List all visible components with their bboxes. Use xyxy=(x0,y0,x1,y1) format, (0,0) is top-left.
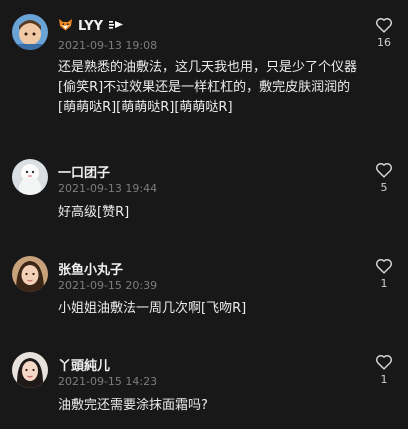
woman-avatar-icon[interactable] xyxy=(12,352,48,388)
comment-date: 2021-09-13 19:08 xyxy=(58,39,158,52)
heart-icon xyxy=(375,163,393,178)
comment-text[interactable]: 还是熟悉的油敷法，这几天我也用，只是少了个仪器[偷笑R]不过效果还是一样杠杠的，… xyxy=(58,58,358,118)
child-avatar-icon[interactable] xyxy=(12,14,48,50)
comment-username[interactable]: 一口团子 xyxy=(58,162,110,181)
like-count: 16 xyxy=(377,36,391,49)
like-count: 1 xyxy=(380,277,388,290)
heart-icon xyxy=(375,259,393,274)
snowman-avatar-icon[interactable] xyxy=(12,159,48,195)
comment-date: 2021-09-15 14:23 xyxy=(58,375,158,388)
username-text: LYY xyxy=(78,19,104,34)
comment-username[interactable]: 张鱼小丸子 xyxy=(58,259,123,278)
heart-icon xyxy=(375,355,393,370)
like-button[interactable]: 1 xyxy=(372,258,396,290)
arrow-badge-icon xyxy=(109,19,124,34)
girl-avatar-icon[interactable] xyxy=(12,256,48,292)
comment-text[interactable]: 小姐姐油敷法一周几次啊[飞吻R] xyxy=(58,299,358,319)
like-button[interactable]: 16 xyxy=(372,17,396,49)
comment-username[interactable]: 丫頭純儿 xyxy=(58,355,110,374)
fox-badge-icon xyxy=(58,18,73,35)
comment-date: 2021-09-13 19:44 xyxy=(58,182,158,195)
like-button[interactable]: 1 xyxy=(372,354,396,386)
comment-text[interactable]: 油敷完还需要涂抹面霜吗? xyxy=(58,396,358,416)
like-button[interactable]: 5 xyxy=(372,162,396,194)
heart-icon xyxy=(375,18,393,33)
comment-text[interactable]: 好高级[赞R] xyxy=(58,203,358,223)
comment-date: 2021-09-15 20:39 xyxy=(58,279,158,292)
like-count: 1 xyxy=(380,373,388,386)
like-count: 5 xyxy=(380,181,388,194)
comment-username[interactable]: LYY xyxy=(58,18,124,35)
